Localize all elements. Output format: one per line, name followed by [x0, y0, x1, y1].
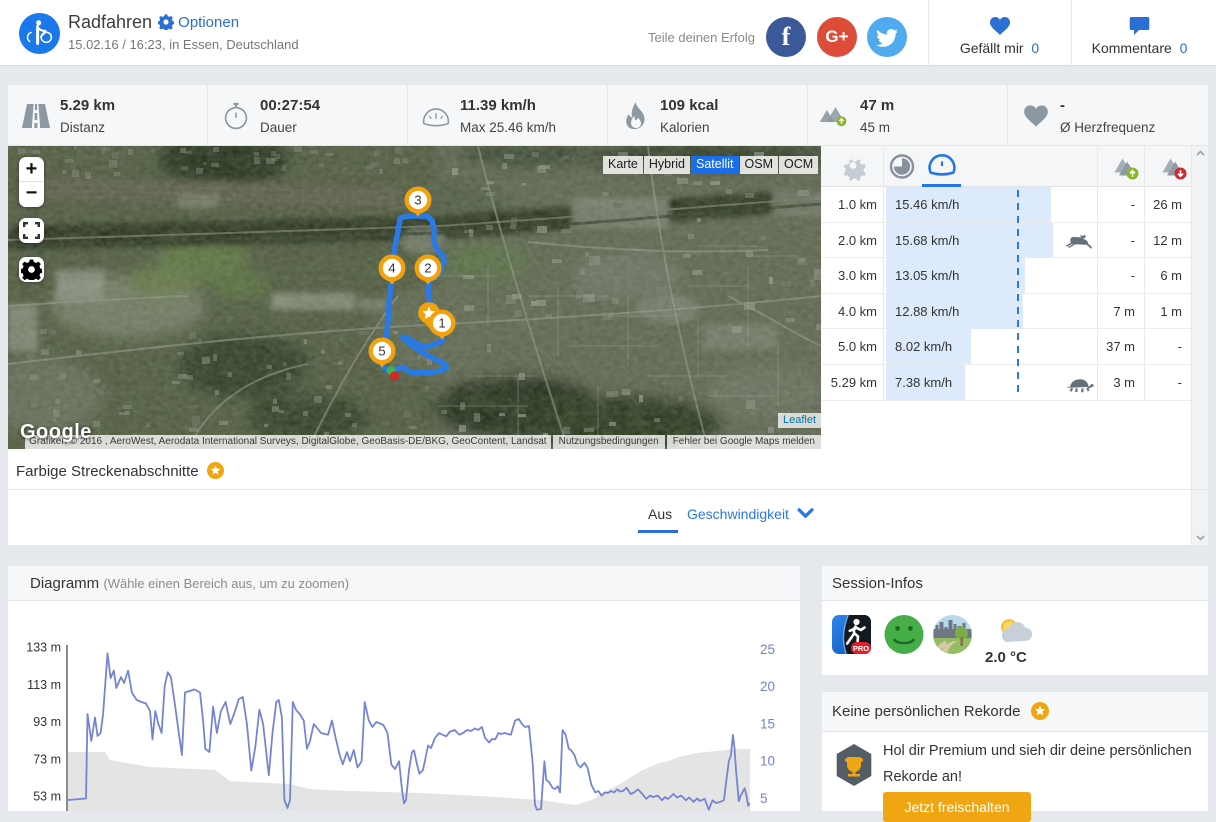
svg-text:5: 5	[760, 791, 768, 806]
svg-text:1: 1	[438, 316, 445, 331]
svg-text:5: 5	[378, 344, 385, 359]
svg-text:53 m: 53 m	[33, 790, 61, 804]
svg-text:113 m: 113 m	[27, 678, 61, 692]
svg-text:25: 25	[760, 642, 775, 657]
svg-text:133 m: 133 m	[26, 641, 61, 655]
svg-text:4: 4	[388, 261, 395, 276]
svg-text:PRO: PRO	[853, 644, 869, 653]
svg-text:93 m: 93 m	[33, 715, 61, 729]
svg-text:3: 3	[414, 193, 421, 208]
svg-text:10: 10	[760, 754, 775, 769]
svg-text:73 m: 73 m	[33, 752, 61, 766]
svg-text:2: 2	[424, 261, 431, 276]
svg-text:15: 15	[760, 716, 775, 731]
svg-text:20: 20	[760, 679, 775, 694]
